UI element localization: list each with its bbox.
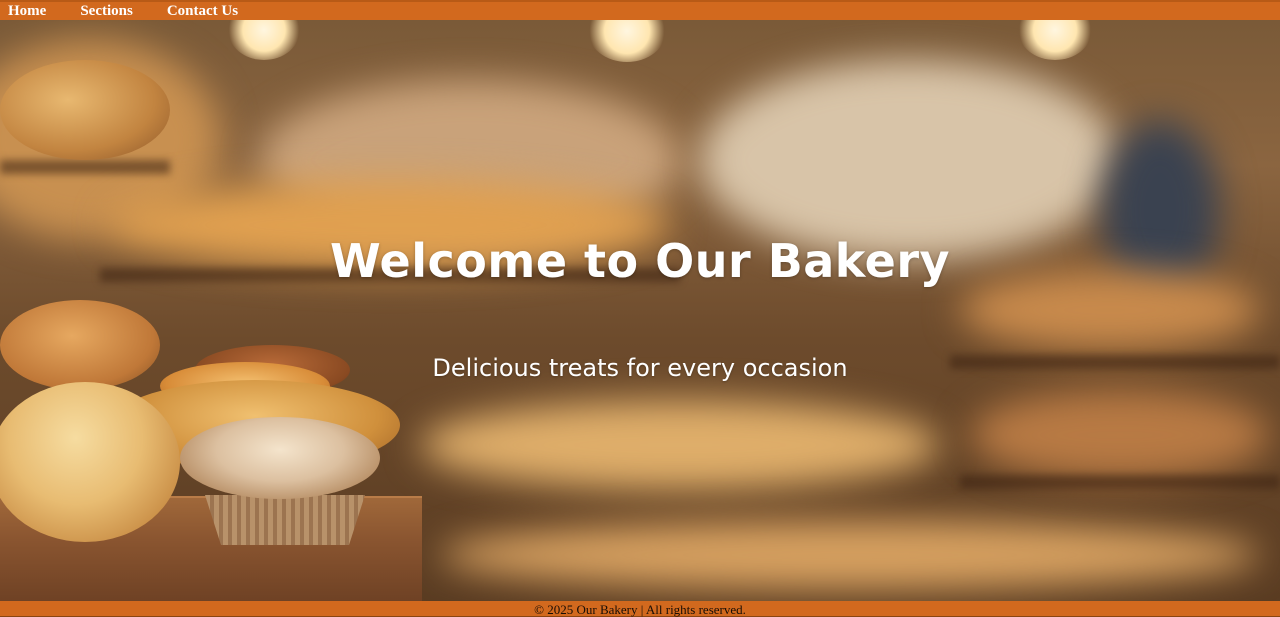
page: Home Sections Contact Us Welcome to Our [0,0,1280,617]
nav-link-sections[interactable]: Sections [80,2,133,20]
muffin-cup [205,495,365,545]
hero-subtitle: Delicious treats for every occasion [432,354,848,382]
sugar-muffin [180,417,380,499]
hero-bg-shelf [960,475,1280,489]
hero-bg-shelf [0,160,170,174]
ceiling-light [588,20,666,62]
hero-bg-warm-glow-right [700,60,1120,260]
page-footer: © 2025 Our Bakery | All rights reserved. [0,601,1280,617]
hero-title: Welcome to Our Bakery [329,234,951,288]
hero-banner: Welcome to Our Bakery Delicious treats f… [0,20,1280,601]
top-navigation: Home Sections Contact Us [0,0,1280,20]
ceiling-light [1018,20,1092,60]
pastry-croissants [0,60,170,160]
footer-copyright: © 2025 Our Bakery | All rights reserved. [534,602,746,617]
hero-bg-bread-row-bottom [440,520,1260,590]
nav-link-home[interactable]: Home [8,2,46,20]
nav-link-contact-us[interactable]: Contact Us [167,2,238,20]
hero-bg-bread-row-mid [420,400,940,490]
ceiling-light [228,20,300,60]
hero-bg-bread-row-right-low [970,390,1270,480]
